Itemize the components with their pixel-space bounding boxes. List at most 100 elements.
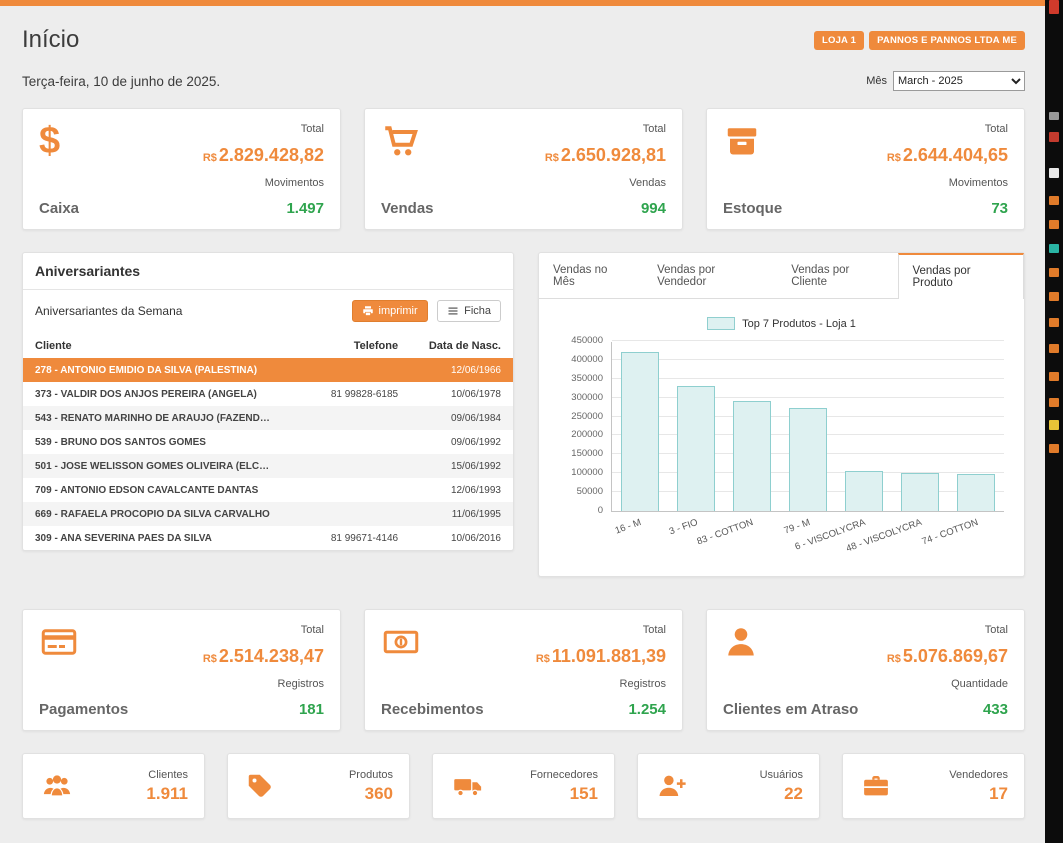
total-label: Total <box>985 624 1008 636</box>
chart-plot <box>611 342 1004 512</box>
chart-plot-wrap: 0500001000001500002000002500003000003500… <box>559 342 1004 512</box>
ficha-button-label: Ficha <box>464 305 491 317</box>
strip-marker <box>1049 0 1059 14</box>
stat-card-title: Caixa <box>39 200 79 217</box>
total-value: R$2.514.238,47 <box>203 647 324 667</box>
chart-x-axis: 16 - M3 - FIO83 - COTTON79 - M6 - VISCOL… <box>559 512 1004 560</box>
birthday-row[interactable]: 539 - BRUNO DOS SANTOS GOMES09/06/1992 <box>23 430 513 454</box>
month-label: Mês <box>866 75 887 87</box>
birthdays-toolbar: Aniversariantes da Semana imprimir <box>23 290 513 334</box>
count-value: 994 <box>641 201 666 218</box>
strip-marker <box>1049 318 1059 327</box>
birthday-row[interactable]: 709 - ANTONIO EDSON CAVALCANTE DANTAS12/… <box>23 478 513 502</box>
mini-card-value: 151 <box>570 784 598 804</box>
mini-card-value: 360 <box>365 784 393 804</box>
stat-card-title: Estoque <box>723 200 782 217</box>
company-badge[interactable]: PANNOS E PANNOS LTDA ME <box>869 31 1025 50</box>
mini-card-vendedores[interactable]: Vendedores 17 <box>842 753 1025 819</box>
tab-vendas-por-produto[interactable]: Vendas por Produto <box>898 253 1024 299</box>
sales-panel: Vendas no Mês Vendas por Vendedor Vendas… <box>538 252 1025 577</box>
y-tick-label: 150000 <box>571 448 603 459</box>
birthday-table-header: Cliente Telefone Data de Nasc. <box>23 334 513 358</box>
chart-bar <box>845 471 883 511</box>
chart-bar <box>957 474 995 511</box>
people-icon <box>39 771 75 801</box>
stat-left: Recebimentos <box>381 624 484 718</box>
birthday-row[interactable]: 669 - RAFAELA PROCOPIO DA SILVA CARVALHO… <box>23 502 513 526</box>
y-tick-label: 0 <box>598 505 603 516</box>
credit-card-icon <box>39 624 128 664</box>
stat-right: Total R$2.829.428,82 Movimentos 1.497 <box>203 123 324 217</box>
chart-x-labels: 16 - M3 - FIO83 - COTTON79 - M6 - VISCOL… <box>611 512 1004 560</box>
briefcase-icon <box>859 771 893 801</box>
mini-card-value: 1.911 <box>146 784 188 804</box>
y-tick-label: 400000 <box>571 354 603 365</box>
chart-bar <box>733 401 771 511</box>
mini-card-value: 22 <box>784 784 803 804</box>
total-label: Total <box>643 624 666 636</box>
y-tick-label: 350000 <box>571 373 603 384</box>
page-header: Início LOJA 1 PANNOS E PANNOS LTDA ME <box>22 22 1025 58</box>
print-button[interactable]: imprimir <box>352 300 428 322</box>
stat-left: Vendas <box>381 123 434 217</box>
x-tick-label: 3 - FIO <box>667 517 699 537</box>
page-title: Início <box>22 26 79 54</box>
mini-card-text: Produtos 360 <box>349 769 393 804</box>
y-tick-label: 200000 <box>571 429 603 440</box>
store-badge[interactable]: LOJA 1 <box>814 31 864 50</box>
stat-left: $ Caixa <box>39 123 79 217</box>
mini-card-produtos[interactable]: Produtos 360 <box>227 753 410 819</box>
birthdays-title: Aniversariantes <box>23 253 513 290</box>
y-tick-label: 250000 <box>571 411 603 422</box>
strip-marker <box>1049 168 1059 178</box>
count-value: 73 <box>991 201 1008 218</box>
truck-icon <box>449 771 487 801</box>
month-select[interactable]: March - 2025 <box>893 71 1025 91</box>
stat-card-pagamentos: Pagamentos Total R$2.514.238,47 Registro… <box>22 609 341 731</box>
chart-bars <box>612 342 1004 511</box>
middle-row: Aniversariantes Aniversariantes da Seman… <box>22 252 1025 577</box>
total-value: R$5.076.869,67 <box>887 647 1008 667</box>
total-value: R$11.091.881,39 <box>536 647 666 667</box>
strip-marker <box>1049 132 1059 142</box>
chart-legend: Top 7 Produtos - Loja 1 <box>559 317 1004 330</box>
count-value: 1.254 <box>628 702 666 719</box>
strip-marker <box>1049 372 1059 381</box>
legend-swatch-icon <box>707 317 735 330</box>
strip-marker <box>1049 344 1059 353</box>
gridline <box>612 340 1004 341</box>
print-button-label: imprimir <box>379 305 418 317</box>
mini-card-label: Usuários <box>760 769 803 781</box>
count-label: Movimentos <box>265 177 324 189</box>
mini-card-text: Clientes 1.911 <box>146 769 188 804</box>
header-badges: LOJA 1 PANNOS E PANNOS LTDA ME <box>814 31 1025 50</box>
stat-card-clientes-em-atraso: Clientes em Atraso Total R$5.076.869,67 … <box>706 609 1025 731</box>
mini-card-usuarios[interactable]: Usuários 22 <box>637 753 820 819</box>
mini-card-clientes[interactable]: Clientes 1.911 <box>22 753 205 819</box>
birthday-row[interactable]: 543 - RENATO MARINHO DE ARAUJO (FAZEND…0… <box>23 406 513 430</box>
mini-card-text: Vendedores 17 <box>949 769 1008 804</box>
total-value: R$2.829.428,82 <box>203 146 324 166</box>
dollar-icon: $ <box>39 123 79 163</box>
birthday-row[interactable]: 309 - ANA SEVERINA PAES DA SILVA81 99671… <box>23 526 513 550</box>
birthday-row[interactable]: 373 - VALDIR DOS ANJOS PEREIRA (ANGELA)8… <box>23 382 513 406</box>
mini-card-fornecedores[interactable]: Fornecedores 151 <box>432 753 615 819</box>
stat-card-title: Pagamentos <box>39 701 128 718</box>
y-tick-label: 450000 <box>571 335 603 346</box>
total-value: R$2.644.404,65 <box>887 146 1008 166</box>
count-label: Registros <box>278 678 324 690</box>
printer-icon <box>362 305 374 317</box>
birthdays-panel: Aniversariantes Aniversariantes da Seman… <box>22 252 514 551</box>
total-value: R$2.650.928,81 <box>545 146 666 166</box>
birthday-row[interactable]: 501 - JOSE WELISSON GOMES OLIVEIRA (ELC…… <box>23 454 513 478</box>
stat-left: Clientes em Atraso <box>723 624 858 718</box>
ficha-button[interactable]: Ficha <box>437 300 501 322</box>
birthday-row[interactable]: 278 - ANTONIO EMIDIO DA SILVA (PALESTINA… <box>23 358 513 382</box>
tab-vendas-no-mes[interactable]: Vendas no Mês <box>539 253 643 298</box>
tab-vendas-por-vendedor[interactable]: Vendas por Vendedor <box>643 253 777 298</box>
cart-icon <box>381 123 434 163</box>
birthdays-buttons: imprimir Ficha <box>352 300 501 322</box>
month-filter: Mês March - 2025 <box>866 71 1025 91</box>
col-cliente: Cliente <box>23 334 293 358</box>
tab-vendas-por-cliente[interactable]: Vendas por Cliente <box>777 253 898 298</box>
